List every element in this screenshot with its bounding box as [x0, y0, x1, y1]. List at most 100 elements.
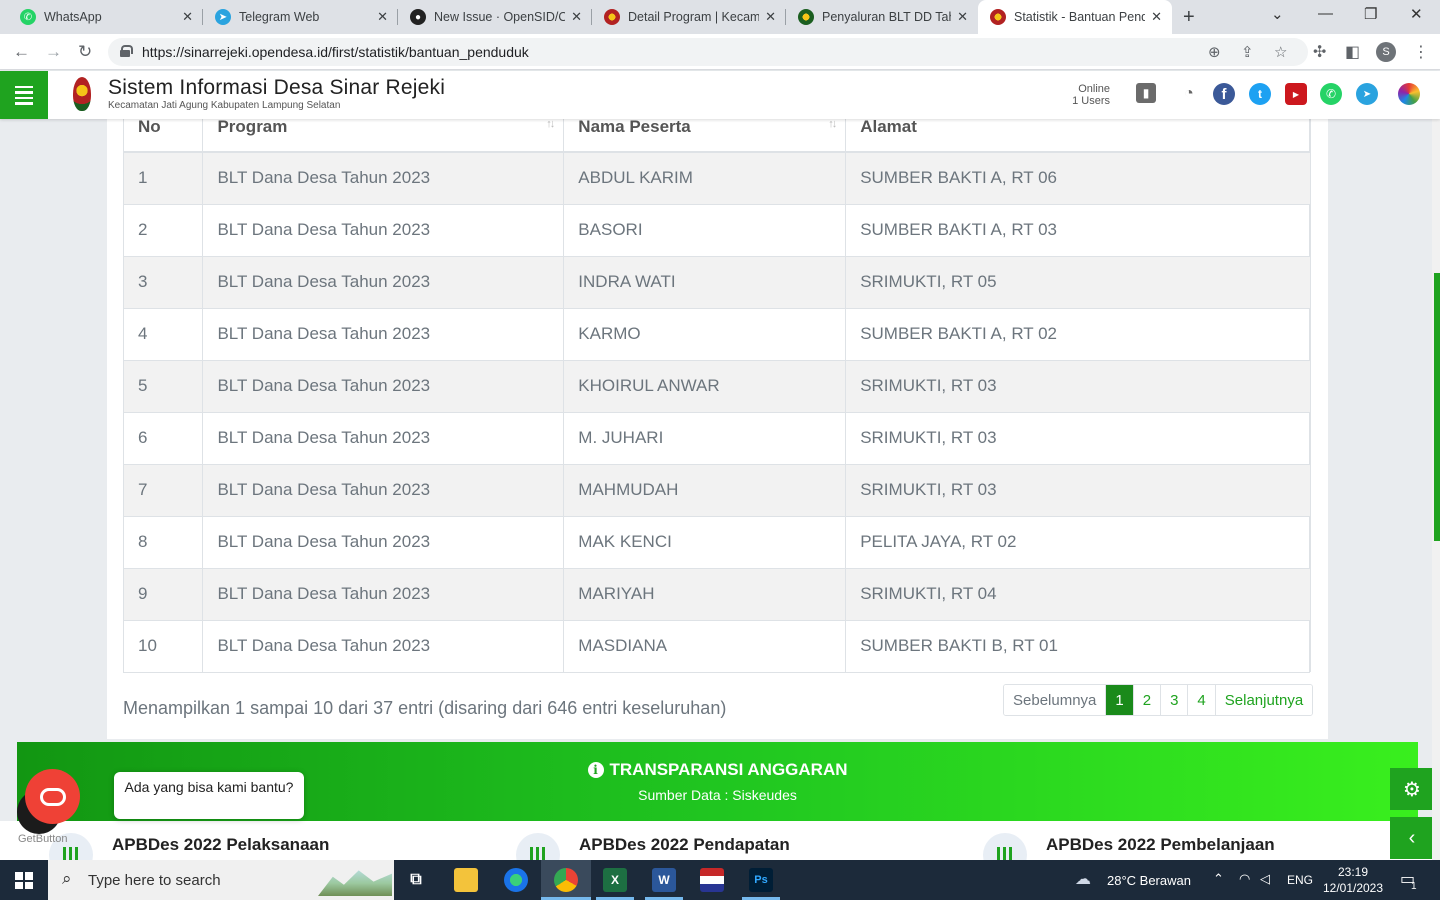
lock-icon[interactable] — [120, 45, 133, 57]
browser-tab-penyaluran[interactable]: Penyaluran BLT DD Tahu ✕ — [786, 0, 978, 34]
pagination-page-2[interactable]: 2 — [1132, 685, 1161, 715]
windows-taskbar: ⌕ Type here to search ⧉ X W Ps ☁ 28°C Be… — [0, 860, 1440, 900]
reload-button[interactable]: ↻ — [78, 42, 92, 62]
weather-text[interactable]: 28°C Berawan — [1107, 873, 1191, 888]
app-icon[interactable] — [700, 868, 724, 892]
pagination-page-1[interactable]: 1 — [1105, 685, 1133, 715]
collapse-panel-button[interactable]: ‹ — [1390, 817, 1434, 859]
tray-chevron-up-icon[interactable]: ⌃ — [1213, 871, 1224, 887]
village-logo[interactable] — [73, 77, 91, 111]
facebook-icon[interactable]: f — [1213, 83, 1235, 105]
browser-tab-statistik[interactable]: Statistik - Bantuan Pend ✕ — [978, 0, 1172, 34]
close-icon[interactable]: ✕ — [571, 9, 582, 25]
browser-tab-telegram[interactable]: ➤ Telegram Web ✕ — [203, 0, 398, 34]
close-icon[interactable]: ✕ — [765, 9, 776, 25]
word-icon[interactable]: W — [652, 868, 676, 892]
windows-start-button[interactable] — [15, 872, 33, 889]
table-row: 1 BLT Dana Desa Tahun 2023 ABDUL KARIM S… — [124, 151, 1311, 204]
photoshop-icon[interactable]: Ps — [749, 868, 773, 892]
extensions-icon[interactable]: ✣ — [1313, 42, 1326, 62]
rss-icon[interactable]: ◔ — [1178, 83, 1200, 105]
new-tab-button[interactable]: + — [1183, 6, 1195, 29]
share-icon[interactable]: ⇪ — [1241, 43, 1254, 61]
cell-alamat: SRIMUKTI, RT 03 — [845, 359, 1311, 412]
chat-popup[interactable]: Ada yang bisa kami bantu? — [114, 772, 304, 819]
taskbar-clock[interactable]: 23:19 12/01/2023 — [1318, 864, 1388, 896]
sort-icon[interactable]: ↑↓ — [828, 118, 837, 130]
cell-nama: MARIYAH — [563, 567, 847, 620]
window-close-button[interactable]: ✕ — [1410, 5, 1423, 23]
side-panel-icon[interactable]: ◧ — [1345, 42, 1360, 62]
chat-widget-button[interactable] — [25, 769, 80, 824]
zoom-icon[interactable]: ⊕ — [1208, 43, 1221, 61]
url-text[interactable]: https://sinarrejeki.opendesa.id/first/st… — [142, 44, 529, 60]
pagination-prev-button[interactable]: Sebelumnya — [1004, 685, 1106, 715]
cell-program: BLT Dana Desa Tahun 2023 — [202, 567, 565, 620]
tab-search-chevron-icon[interactable]: ⌄ — [1271, 5, 1284, 23]
browser-menu-icon[interactable]: ⋮ — [1413, 42, 1429, 62]
pagination: Sebelumnya 1 2 3 4 Selanjutnya — [1003, 684, 1314, 716]
youtube-icon[interactable]: ▶ — [1285, 83, 1307, 105]
hamburger-menu-button[interactable] — [0, 71, 48, 119]
clock-time: 23:19 — [1337, 865, 1369, 879]
wifi-icon[interactable]: ◠ — [1239, 871, 1250, 887]
site-header: Sistem Informasi Desa Sinar Rejeki Kecam… — [0, 71, 1440, 119]
pagination-next-button[interactable]: Selanjutnya — [1214, 685, 1313, 715]
opensid-logo-icon[interactable] — [1398, 83, 1420, 105]
browser-tab-detail-program[interactable]: Detail Program | Kecama ✕ — [592, 0, 786, 34]
apbdes-pelaksanaan-title[interactable]: APBDes 2022 Pelaksanaan — [112, 835, 329, 855]
browser-tab-github[interactable]: ● New Issue · OpenSID/Op ✕ — [398, 0, 592, 34]
taskbar-search-box[interactable]: ⌕ Type here to search — [48, 860, 394, 900]
apbdes-pendapatan-title[interactable]: APBDes 2022 Pendapatan — [579, 835, 790, 855]
file-explorer-icon[interactable] — [454, 868, 478, 892]
excel-icon[interactable]: X — [603, 868, 627, 892]
cell-nama: MAK KENCI — [563, 515, 847, 568]
cell-alamat: SRIMUKTI, RT 05 — [845, 255, 1311, 308]
close-icon[interactable]: ✕ — [182, 9, 193, 25]
language-indicator[interactable]: ENG — [1287, 873, 1313, 887]
profile-avatar[interactable]: S — [1376, 42, 1396, 62]
task-view-icon[interactable]: ⧉ — [404, 868, 428, 892]
cell-nama: INDRA WATI — [563, 255, 847, 308]
cell-no: 6 — [124, 411, 204, 464]
tab-title: Telegram Web — [239, 10, 320, 24]
scrollbar-thumb[interactable] — [1434, 273, 1440, 541]
close-icon[interactable]: ✕ — [957, 9, 968, 25]
site-title[interactable]: Sistem Informasi Desa Sinar Rejeki — [108, 76, 445, 100]
forward-button[interactable]: → — [45, 42, 62, 62]
sort-icon[interactable]: ↑↓ — [546, 118, 555, 130]
close-icon[interactable]: ✕ — [1151, 9, 1162, 25]
telegram-icon[interactable]: ➤ — [1356, 83, 1378, 105]
info-icon: i — [587, 762, 604, 778]
settings-gear-button[interactable]: ⚙ — [1390, 768, 1434, 810]
twitter-icon[interactable]: t — [1249, 83, 1271, 105]
whatsapp-icon[interactable]: ✆ — [1320, 83, 1342, 105]
minimize-button[interactable]: — — [1318, 5, 1333, 22]
close-icon[interactable]: ✕ — [377, 9, 388, 25]
online-label: Online — [1078, 83, 1110, 95]
pagination-page-4[interactable]: 4 — [1187, 685, 1215, 715]
apbdes-pembelanjaan-title[interactable]: APBDes 2022 Pembelanjaan — [1046, 835, 1275, 855]
volume-icon[interactable]: ◁ — [1260, 871, 1270, 887]
restore-button[interactable]: ❐ — [1364, 5, 1377, 23]
transparansi-title-text: TRANSPARANSI ANGGARAN — [609, 760, 848, 779]
tab-title: Detail Program | Kecama — [628, 10, 760, 24]
cell-alamat: SUMBER BAKTI A, RT 02 — [845, 307, 1311, 360]
cell-no: 3 — [124, 255, 204, 308]
back-button[interactable]: ← — [13, 42, 30, 62]
weather-cloud-icon[interactable]: ☁ — [1075, 869, 1091, 889]
cell-nama: M. JUHARI — [563, 411, 847, 464]
statistics-icon[interactable]: ▮ — [1136, 83, 1156, 103]
address-bar[interactable]: https://sinarrejeki.opendesa.id/first/st… — [108, 38, 1308, 66]
table-row: 3 BLT Dana Desa Tahun 2023 INDRA WATI SR… — [124, 255, 1311, 308]
bookmark-star-icon[interactable]: ☆ — [1274, 43, 1287, 61]
taskbar-search-placeholder[interactable]: Type here to search — [88, 872, 221, 889]
getbutton-brand[interactable]: GetButton — [18, 833, 68, 845]
apbdes-row: APBDes 2022 Pelaksanaan APBDes 2022 Pend… — [0, 821, 1440, 877]
edge-icon[interactable] — [504, 868, 528, 892]
browser-tab-whatsapp[interactable]: ✆ WhatsApp ✕ — [8, 0, 203, 34]
cell-nama: MASDIANA — [563, 619, 847, 672]
pagination-page-3[interactable]: 3 — [1160, 685, 1188, 715]
chrome-icon[interactable] — [554, 868, 578, 892]
cell-nama: KHOIRUL ANWAR — [563, 359, 847, 412]
